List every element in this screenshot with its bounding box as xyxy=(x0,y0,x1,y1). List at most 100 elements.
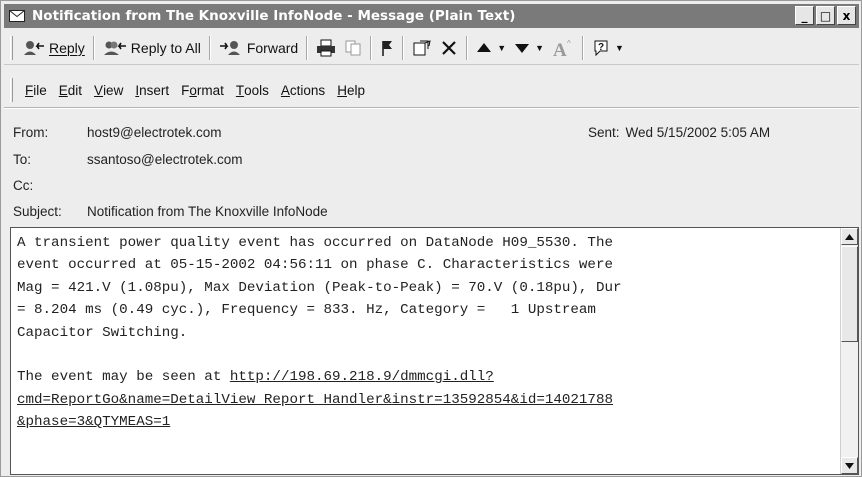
reply-all-button[interactable]: Reply to All xyxy=(99,35,205,61)
toolbar-separator xyxy=(306,35,309,60)
menu-file-accesskey: F xyxy=(25,82,34,98)
title-bar[interactable]: Notification from The Knoxville InfoNode… xyxy=(4,4,859,28)
window-controls: _ □ x xyxy=(795,6,856,25)
chevron-down-icon: ▼ xyxy=(535,42,545,53)
menu-help[interactable]: Help xyxy=(331,79,371,101)
body-line: event occurred at 05-15-2002 04:56:11 on… xyxy=(17,257,613,274)
menu-edit-label: dit xyxy=(67,82,83,98)
cc-row: Cc: xyxy=(13,176,87,194)
standard-toolbar: Reply Reply to All Forward ▼ ▼ A ^ ? ▼ xyxy=(4,31,859,65)
follow-up-flag-button[interactable] xyxy=(376,35,398,61)
flag-icon xyxy=(380,39,394,57)
help-button[interactable]: ? ▼ xyxy=(588,35,628,61)
from-label: From: xyxy=(13,124,49,140)
message-text[interactable]: A transient power quality event has occu… xyxy=(17,232,837,434)
event-link-part[interactable]: &phase=3&QTYMEAS=1 xyxy=(17,414,170,430)
menu-actions-label: ctions xyxy=(289,82,326,98)
printer-icon xyxy=(316,39,336,57)
menu-view-accesskey: V xyxy=(94,82,104,98)
chevron-down-icon: ▼ xyxy=(497,42,507,53)
toolbar-separator xyxy=(370,35,373,60)
event-link-part[interactable]: cmd=ReportGo&name=DetailView Report Hand… xyxy=(17,392,613,408)
toolbar-separator xyxy=(466,35,469,60)
menubar-grip[interactable] xyxy=(10,78,13,102)
up-arrow-icon xyxy=(476,41,492,55)
window-title: Notification from The Knoxville InfoNode… xyxy=(32,8,516,24)
forward-icon xyxy=(219,39,243,57)
move-to-folder-icon xyxy=(412,39,432,57)
cc-label: Cc: xyxy=(13,177,34,193)
scroll-thumb[interactable] xyxy=(841,246,858,342)
scroll-down-button[interactable] xyxy=(841,457,858,474)
subject-row: Subject: Notification from The Knoxville… xyxy=(13,202,328,220)
toolbar-grip[interactable] xyxy=(10,35,13,60)
reply-all-icon xyxy=(103,39,127,57)
forward-label: Forward xyxy=(246,39,299,56)
menu-file[interactable]: File xyxy=(19,79,53,101)
to-row: To: ssantoso@electrotek.com xyxy=(13,150,243,168)
menu-actions-accesskey: A xyxy=(280,82,290,98)
menu-format-prefix: F xyxy=(181,82,190,98)
reply-icon xyxy=(23,39,45,57)
svg-text:A: A xyxy=(553,40,567,58)
subject-value: Notification from The Knoxville InfoNode xyxy=(87,203,328,219)
scroll-up-button[interactable] xyxy=(841,228,858,245)
copy-icon xyxy=(344,39,362,57)
previous-item-button[interactable]: ▼ xyxy=(472,35,510,61)
reply-all-label: Reply to All xyxy=(130,39,201,56)
menu-tools[interactable]: Tools xyxy=(230,79,275,101)
menu-view[interactable]: View xyxy=(88,79,129,101)
menu-format-accesskey: o xyxy=(189,82,197,98)
delete-button[interactable] xyxy=(436,35,462,61)
message-body[interactable]: A transient power quality event has occu… xyxy=(10,227,859,475)
menu-bar: File Edit View Insert Fo rmat Tools Actio… xyxy=(4,77,859,103)
menu-insert[interactable]: Insert xyxy=(129,79,175,101)
toolbar-separator xyxy=(208,35,211,60)
menu-actions[interactable]: Actions xyxy=(275,79,331,101)
scroll-up-icon xyxy=(845,233,854,240)
chevron-down-icon: ▼ xyxy=(615,42,624,53)
menu-format-label: rmat xyxy=(196,82,224,98)
message-window: Notification from The Knoxville InfoNode… xyxy=(0,0,862,477)
body-line: Mag = 421.V (1.08pu), Max Deviation (Pea… xyxy=(17,279,622,296)
from-row: From: host9@electrotek.com xyxy=(13,123,222,141)
event-link-part[interactable]: http://198.69.218.9/dmmcgi.dll? xyxy=(230,369,494,385)
menu-format[interactable]: Fo rmat xyxy=(175,79,230,101)
vertical-scrollbar[interactable] xyxy=(840,228,858,474)
menu-edit[interactable]: Edit xyxy=(53,79,88,101)
copy-button[interactable] xyxy=(340,35,366,61)
close-button[interactable]: x xyxy=(837,6,856,25)
delete-icon xyxy=(440,39,458,57)
next-item-button[interactable]: ▼ xyxy=(510,35,548,61)
reply-label: Reply xyxy=(49,39,85,56)
envelope-icon xyxy=(8,9,26,23)
menu-file-label: ile xyxy=(33,82,47,98)
down-arrow-icon xyxy=(514,41,530,55)
menu-help-accesskey: H xyxy=(337,82,347,98)
help-icon: ? xyxy=(592,39,610,57)
print-button[interactable] xyxy=(312,35,340,61)
body-line: cmd=ReportGo&name=DetailView Report Hand… xyxy=(17,389,837,411)
move-to-folder-button[interactable] xyxy=(408,35,436,61)
body-line: = 8.204 ms (0.49 cyc.), Frequency = 833.… xyxy=(17,302,596,319)
menu-help-label: elp xyxy=(346,82,365,98)
toolbar-separator xyxy=(92,35,95,60)
to-value[interactable]: ssantoso@electrotek.com xyxy=(87,152,243,167)
body-line: Capacitor Switching. xyxy=(17,324,188,341)
subject-label: Subject: xyxy=(13,203,62,219)
maximize-button[interactable]: □ xyxy=(816,6,835,25)
body-line: &phase=3&QTYMEAS=1 xyxy=(17,411,837,433)
link-intro: The event may be seen at xyxy=(17,369,230,386)
forward-button[interactable]: Forward xyxy=(215,35,302,61)
minimize-button[interactable]: _ xyxy=(795,6,814,25)
toolbar-separator xyxy=(402,35,405,60)
svg-text:^: ^ xyxy=(567,39,571,48)
from-value[interactable]: host9@electrotek.com xyxy=(87,125,222,140)
font-size-button[interactable]: A ^ xyxy=(548,35,578,61)
to-label: To: xyxy=(13,151,32,167)
reply-button[interactable]: Reply xyxy=(19,35,89,61)
menu-view-label: iew xyxy=(103,82,124,98)
menu-tools-accesskey: T xyxy=(235,82,245,98)
sent-label: Sent: xyxy=(588,124,620,140)
